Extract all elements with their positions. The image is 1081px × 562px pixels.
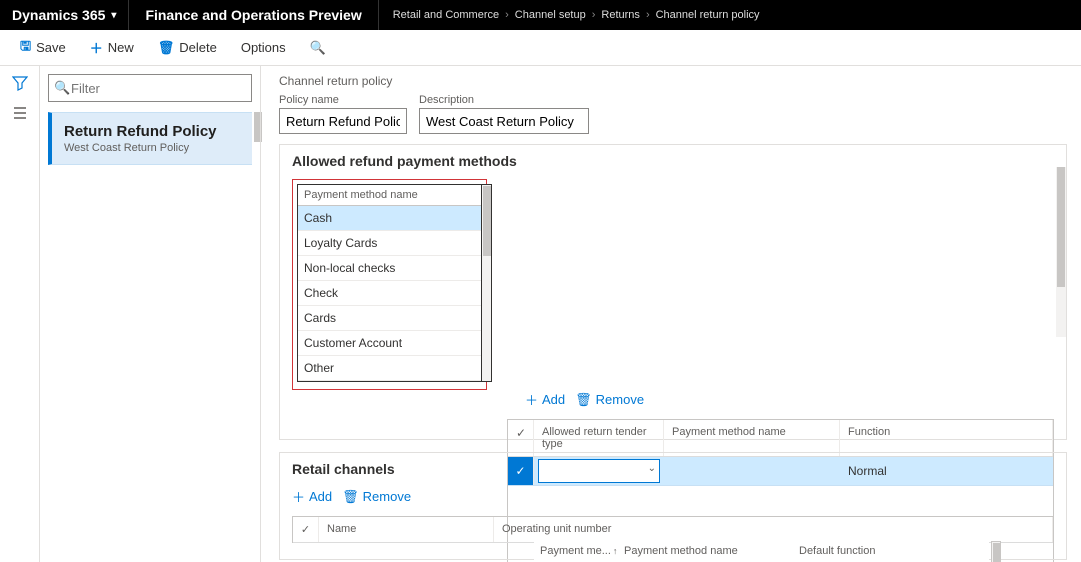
filter-input[interactable] (48, 74, 252, 102)
app-name-label: Dynamics 365 (12, 7, 105, 23)
pm-row[interactable]: Other (298, 356, 481, 381)
pm-col-header[interactable]: Payment method name (298, 185, 481, 206)
save-button[interactable]: 🖫 Save (10, 31, 76, 65)
top-bar: Dynamics 365 ▾ Finance and Operations Pr… (0, 0, 1081, 30)
trash-icon: 🗑 (158, 40, 175, 56)
chevron-right-icon: › (505, 9, 509, 21)
new-button[interactable]: ＋ New (80, 32, 144, 63)
add-label: Add (309, 489, 332, 504)
add-button[interactable]: ＋ Add (292, 487, 332, 506)
description-label: Description (419, 94, 589, 106)
description-field: Description (419, 94, 589, 134)
policy-name-input[interactable] (279, 108, 407, 134)
dd-col-label: Payment me... (540, 545, 611, 557)
filter-icon[interactable] (11, 74, 29, 92)
dropdown-header: Payment me...↑ Payment method name Defau… (534, 541, 989, 562)
list-item-title: Return Refund Policy (64, 123, 240, 140)
select-all-checkbox[interactable]: ✓ (508, 420, 534, 456)
page-title: Finance and Operations Preview (129, 0, 378, 30)
remove-label: Remove (363, 489, 411, 504)
col-function[interactable]: Function (840, 420, 1053, 456)
col-payment-method[interactable]: Payment method name (664, 420, 840, 456)
chevron-right-icon: › (646, 9, 650, 21)
search-button[interactable]: 🔍 (300, 34, 336, 62)
list-item-policy[interactable]: Return Refund Policy West Coast Return P… (48, 112, 252, 165)
pm-row[interactable]: Cash (298, 206, 481, 231)
pm-row[interactable]: Loyalty Cards (298, 231, 481, 256)
chevron-right-icon: › (592, 9, 596, 21)
dd-col-pm-number[interactable]: Payment me...↑ (534, 545, 624, 557)
breadcrumb-item[interactable]: Retail and Commerce (393, 9, 499, 21)
new-label: New (108, 40, 134, 55)
pm-row[interactable]: Non-local checks (298, 256, 481, 281)
content-pane: Channel return policy Policy name Descri… (260, 66, 1081, 562)
policy-name-field: Policy name (279, 94, 407, 134)
list-pane: 🔍 Return Refund Policy West Coast Return… (40, 66, 260, 562)
add-label: Add (542, 392, 565, 407)
breadcrumb-item[interactable]: Channel return policy (656, 9, 760, 21)
scrollbar-thumb[interactable] (1057, 167, 1065, 287)
search-icon: 🔍 (310, 40, 326, 56)
remove-button[interactable]: 🗑 Remove (342, 487, 411, 506)
payment-methods-table: Payment method name Cash Loyalty Cards N… (297, 184, 482, 382)
delete-button[interactable]: 🗑 Delete (148, 34, 227, 62)
grid-toolbar: ＋ Add 🗑 Remove (525, 390, 1054, 409)
left-rail (0, 66, 40, 562)
remove-label: Remove (596, 392, 644, 407)
dd-col-default-fn[interactable]: Default function (799, 545, 989, 557)
highlight-box: Payment method name Cash Loyalty Cards N… (292, 179, 487, 390)
retail-channels-grid: ✓ Name Operating unit number (292, 516, 1054, 543)
policy-name-label: Policy name (279, 94, 407, 106)
col-tender-type[interactable]: Allowed return tender type (534, 420, 664, 456)
trash-icon: 🗑 (575, 392, 592, 408)
chevron-down-icon: ▾ (111, 10, 116, 21)
scrollbar-thumb[interactable] (993, 543, 1001, 562)
delete-label: Delete (179, 40, 217, 55)
section-title: Allowed refund payment methods (292, 153, 1054, 169)
plus-icon: ＋ (525, 390, 538, 409)
sort-asc-icon: ↑ (613, 546, 618, 556)
add-button[interactable]: ＋ Add (525, 390, 565, 409)
pm-row[interactable]: Check (298, 281, 481, 306)
save-label: Save (36, 40, 66, 55)
content-caption: Channel return policy (279, 74, 1067, 88)
col-operating-unit[interactable]: Operating unit number (494, 517, 1053, 542)
grid-toolbar: ＋ Add 🗑 Remove (292, 487, 1054, 506)
remove-button[interactable]: 🗑 Remove (575, 390, 644, 409)
options-button[interactable]: Options (231, 34, 296, 61)
app-switcher[interactable]: Dynamics 365 ▾ (0, 0, 129, 30)
breadcrumb: Retail and Commerce › Channel setup › Re… (379, 9, 760, 21)
col-name[interactable]: Name (319, 517, 494, 542)
breadcrumb-item[interactable]: Returns (601, 9, 640, 21)
tender-type-dropdown-panel: Payment me...↑ Payment method name Defau… (534, 541, 989, 562)
list-icon[interactable] (11, 104, 29, 122)
pm-row[interactable]: Customer Account (298, 331, 481, 356)
command-bar: 🖫 Save ＋ New 🗑 Delete Options 🔍 (0, 30, 1081, 66)
list-item-subtitle: West Coast Return Policy (64, 142, 240, 154)
description-input[interactable] (419, 108, 589, 134)
select-all-checkbox[interactable]: ✓ (293, 517, 319, 542)
section-title: Retail channels (292, 461, 1054, 477)
save-icon: 🖫 (20, 37, 31, 59)
header-fields: Policy name Description (279, 94, 1067, 134)
grid-header: ✓ Name Operating unit number (293, 517, 1053, 543)
scrollbar-thumb[interactable] (483, 186, 491, 256)
scrollbar[interactable] (1056, 167, 1066, 337)
scrollbar[interactable] (482, 184, 492, 382)
main-area: 🔍 Return Refund Policy West Coast Return… (0, 66, 1081, 562)
dd-col-pm-name[interactable]: Payment method name (624, 545, 799, 557)
breadcrumb-item[interactable]: Channel setup (515, 9, 586, 21)
trash-icon: 🗑 (342, 489, 359, 505)
plus-icon: ＋ (90, 38, 103, 57)
scrollbar[interactable] (991, 541, 1001, 562)
search-icon: 🔍 (54, 80, 70, 96)
filter-wrap: 🔍 (48, 74, 252, 102)
section-refund-methods: Allowed refund payment methods Payment m… (279, 144, 1067, 440)
pm-row[interactable]: Cards (298, 306, 481, 331)
options-label: Options (241, 40, 286, 55)
plus-icon: ＋ (292, 487, 305, 506)
